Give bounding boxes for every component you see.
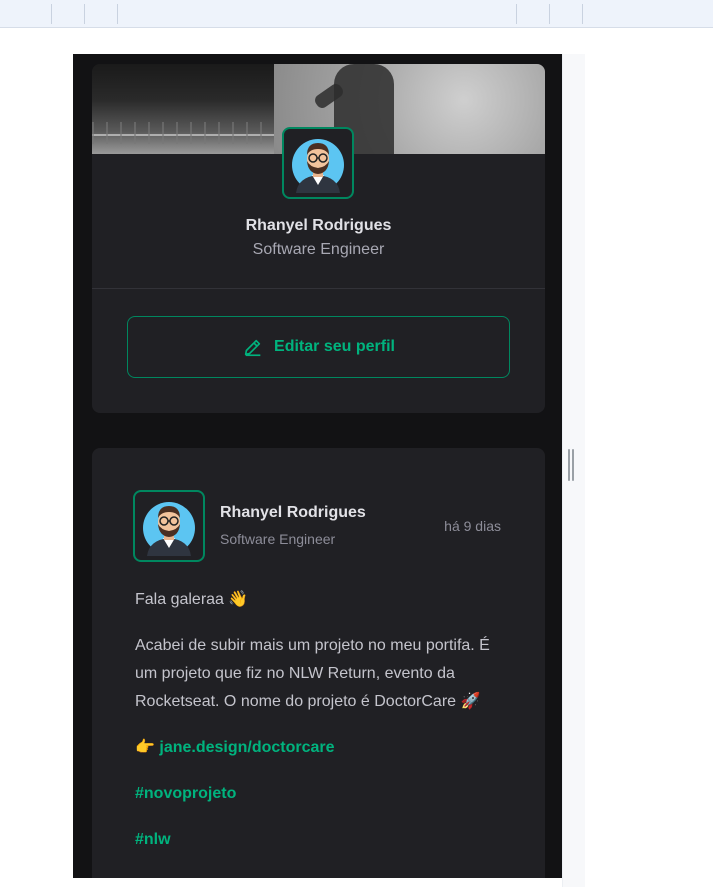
profile-sidebar-card: Rhanyel Rodrigues Software Engineer Edit… [92,64,545,413]
ruler-tick [117,4,118,24]
post-link-line: 👉 jane.design/doctorcare [135,734,505,762]
profile-role: Software Engineer [252,241,385,258]
devtools-ruler-bar [0,0,713,28]
post-author-avatar[interactable] [133,490,205,562]
ruler-tick [84,4,85,24]
ruler-tick [549,4,550,24]
post-author-name: Rhanyel Rodrigues [220,504,366,521]
hashtag-link[interactable]: #novoprojeto [135,785,236,802]
pencil-icon [244,339,261,357]
post-body: Acabei de subir mais um projeto no meu p… [135,637,490,710]
post-author-role: Software Engineer [220,531,336,547]
avatar-illustration-icon [288,133,348,193]
post-greeting: Fala galeraa 👋 [135,591,249,608]
viewport-resize-handle[interactable] [568,449,574,481]
ruler-tick [516,4,517,24]
page-viewport: Rhanyel Rodrigues Software Engineer Edit… [73,54,562,878]
profile-divider [92,288,545,289]
profile-avatar[interactable] [282,127,354,199]
ruler-tick [51,4,52,24]
hashtag-link[interactable]: #nlw [135,831,171,848]
hashtag-line: #novoprojeto [135,780,505,808]
avatar-illustration-icon [139,496,199,556]
post-link[interactable]: jane.design/doctorcare [159,739,334,756]
post-timestamp: há 9 dias [444,518,501,534]
hashtag-line: #nlw [135,826,505,854]
post-content: Fala galeraa 👋 Acabei de subir mais um p… [135,586,505,872]
ruler-tick [582,4,583,24]
profile-name: Rhanyel Rodrigues [245,217,392,234]
edit-profile-button[interactable]: Editar seu perfil [127,316,510,378]
edit-profile-label: Editar seu perfil [274,338,395,355]
pointing-hand-emoji: 👉 [135,739,160,756]
post-card: Rhanyel Rodrigues Software Engineer há 9… [92,448,545,878]
